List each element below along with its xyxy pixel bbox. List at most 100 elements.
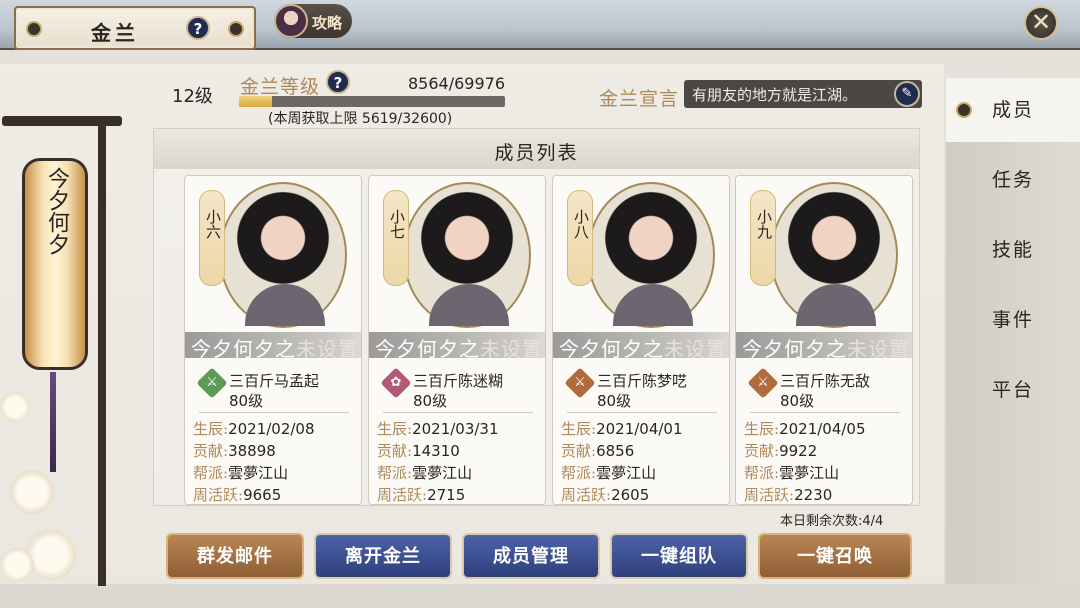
member-list-header: 成员列表: [154, 129, 919, 169]
member-portrait[interactable]: [587, 182, 715, 328]
motto-field[interactable]: 有朋友的地方就是江湖。 ✎: [684, 80, 922, 108]
mass-mail-button[interactable]: 群发邮件: [166, 533, 304, 579]
title-prefix: 今夕何夕之: [559, 337, 664, 361]
guild-value: 雲夢江山: [412, 464, 473, 482]
nickname: 小九: [755, 209, 773, 239]
exp-label: 金兰等级: [240, 76, 321, 98]
nav-tab-label: 任务: [991, 169, 1034, 191]
guild-row: 帮派:雲夢江山: [377, 464, 473, 482]
contribution-value: 9922: [779, 442, 818, 460]
nickname: 小六: [204, 209, 222, 239]
member-card[interactable]: 小七 今夕何夕之未设置 ✿ 三百斤陈迷糊 80级 生辰:2021/03/31 贡…: [368, 175, 546, 505]
divider: [750, 412, 900, 413]
member-name: 三百斤陈无敌: [780, 372, 871, 390]
level-help-button[interactable]: ?: [326, 70, 350, 94]
selected-indicator-icon: [956, 102, 972, 118]
nav-tab-label: 成员: [991, 99, 1034, 121]
birthday-value: 2021/04/01: [596, 420, 683, 438]
guild-row: 帮派:雲夢江山: [744, 464, 840, 482]
nav-tab-events[interactable]: 事件: [946, 288, 1080, 352]
guild-row: 帮派:雲夢江山: [193, 464, 289, 482]
title-plate: 金兰 ?: [14, 6, 256, 50]
weekly-limit: (本周获取上限 5619/32600): [268, 111, 453, 127]
sect-icon: ⚔: [196, 367, 228, 399]
title-banner: 今夕何夕之未设置: [185, 332, 361, 361]
nickname-tag: 小六: [199, 190, 225, 286]
nickname-tag: 小七: [383, 190, 409, 286]
divider: [199, 412, 349, 413]
nav-tab-label: 事件: [991, 309, 1034, 331]
portrait-figure: [429, 284, 509, 326]
contribution-value: 38898: [228, 442, 276, 460]
one-click-team-button[interactable]: 一键组队: [610, 533, 748, 579]
page-title: 金兰: [91, 21, 139, 45]
right-nav: 成员 任务 技能 事件 平台: [946, 78, 1080, 584]
title-banner: 今夕何夕之未设置: [736, 332, 912, 361]
lantern-tassel: [50, 372, 56, 472]
lantern: 今夕何夕: [22, 158, 88, 370]
guild-row: 帮派:雲夢江山: [561, 464, 657, 482]
lantern-pole-vertical: [98, 116, 106, 586]
guild-value: 雲夢江山: [779, 464, 840, 482]
birthday-value: 2021/02/08: [228, 420, 315, 438]
title-prefix: 今夕何夕之: [375, 337, 480, 361]
contribution-value: 6856: [596, 442, 635, 460]
nickname: 小七: [388, 209, 406, 239]
member-level: 80级: [229, 392, 264, 410]
member-management-button[interactable]: 成员管理: [462, 533, 600, 579]
title-suffix: 未设置: [480, 337, 543, 361]
nav-tab-platform[interactable]: 平台: [946, 358, 1080, 422]
guide-button[interactable]: 攻略: [274, 4, 352, 38]
nickname-tag: 小八: [567, 190, 593, 286]
birthday-row: 生辰:2021/02/08: [193, 420, 315, 438]
title-suffix: 未设置: [664, 337, 727, 361]
title-suffix: 未设置: [847, 337, 910, 361]
help-button[interactable]: ?: [186, 16, 210, 40]
activity-value: 9665: [243, 486, 282, 504]
sect-icon: ⚔: [564, 367, 596, 399]
birthday-value: 2021/04/05: [779, 420, 866, 438]
remaining-count: 本日剩余次数:4/4: [780, 514, 884, 529]
member-portrait[interactable]: [403, 182, 531, 328]
member-portrait[interactable]: [770, 182, 898, 328]
member-name: 三百斤陈迷糊: [413, 372, 504, 390]
member-level: 80级: [413, 392, 448, 410]
leave-brotherhood-button[interactable]: 离开金兰: [314, 533, 452, 579]
nav-tab-tasks[interactable]: 任务: [946, 148, 1080, 212]
activity-value: 2605: [611, 486, 650, 504]
title-prefix: 今夕何夕之: [742, 337, 847, 361]
member-card[interactable]: 小六 今夕何夕之未设置 ⚔ 三百斤马孟起 80级 生辰:2021/02/08 贡…: [184, 175, 362, 505]
lantern-text: 今夕何夕: [44, 167, 69, 255]
sect-icon: ✿: [380, 367, 412, 399]
birthday-row: 生辰:2021/04/01: [561, 420, 683, 438]
guild-value: 雲夢江山: [228, 464, 289, 482]
member-card[interactable]: 小八 今夕何夕之未设置 ⚔ 三百斤陈梦呓 80级 生辰:2021/04/01 贡…: [552, 175, 730, 505]
guide-label: 攻略: [312, 14, 343, 32]
member-portrait[interactable]: [219, 182, 347, 328]
portrait-figure: [796, 284, 876, 326]
member-name: 三百斤马孟起: [229, 372, 320, 390]
nav-tab-members[interactable]: 成员: [946, 78, 1080, 142]
birthday-value: 2021/03/31: [412, 420, 499, 438]
activity-row: 周活跃:9665: [193, 486, 282, 504]
motto-text: 有朋友的地方就是江湖。: [692, 86, 858, 104]
sect-icon: ⚔: [747, 367, 779, 399]
nickname-tag: 小九: [750, 190, 776, 286]
exp-progress-fill: [239, 96, 272, 107]
contribution-row: 贡献:38898: [193, 442, 276, 460]
divider: [567, 412, 717, 413]
blossom-decoration: [10, 470, 54, 514]
activity-row: 周活跃:2605: [561, 486, 650, 504]
member-card[interactable]: 小九 今夕何夕之未设置 ⚔ 三百斤陈无敌 80级 生辰:2021/04/05 贡…: [735, 175, 913, 505]
title-prefix: 今夕何夕之: [191, 337, 296, 361]
brotherhood-level: 12级: [172, 86, 213, 107]
pencil-icon[interactable]: ✎: [894, 81, 920, 107]
blossom-decoration: [0, 392, 30, 422]
one-click-summon-button[interactable]: 一键召唤: [758, 533, 912, 579]
close-button[interactable]: ✕: [1024, 6, 1058, 40]
nickname: 小八: [572, 209, 590, 239]
exp-progress-bar: [239, 96, 505, 107]
title-suffix: 未设置: [296, 337, 359, 361]
nav-tab-skills[interactable]: 技能: [946, 218, 1080, 282]
blossom-decoration: [26, 530, 76, 580]
